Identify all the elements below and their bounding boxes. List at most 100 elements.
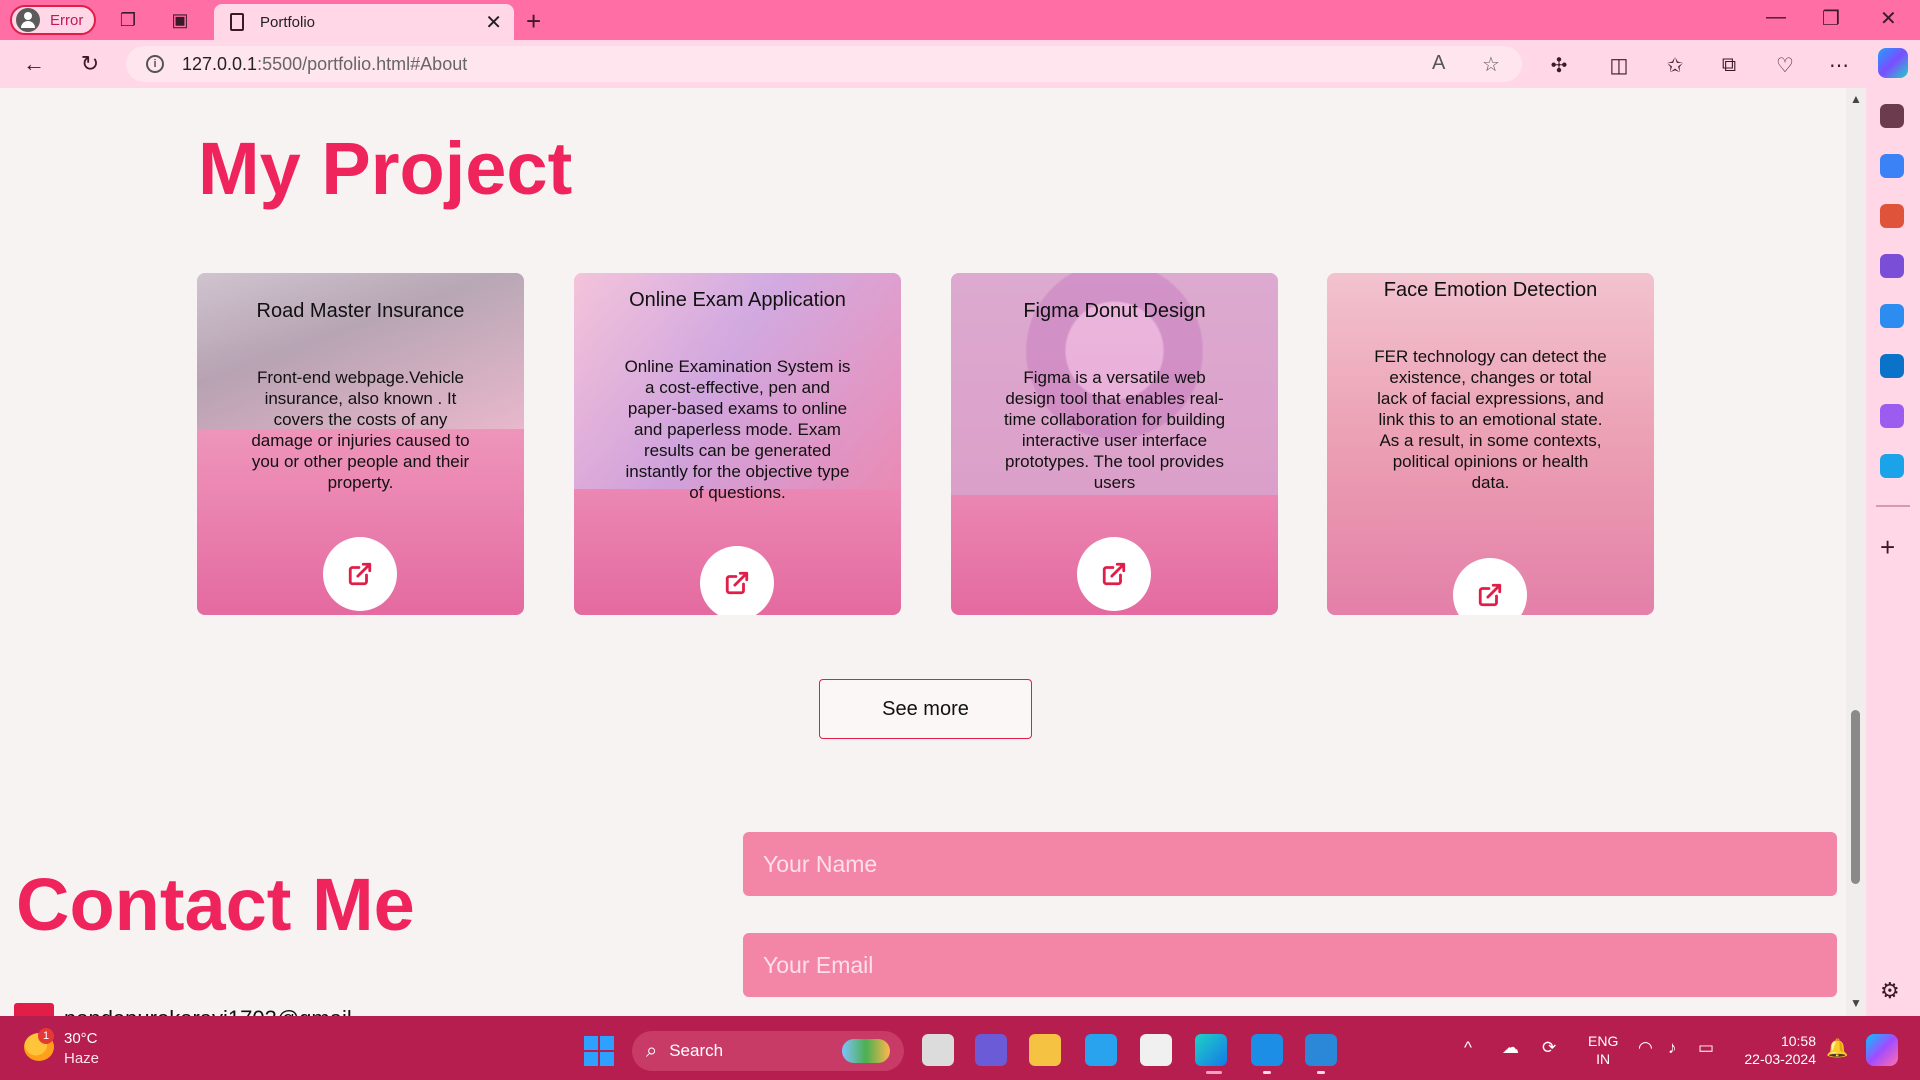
external-link-icon bbox=[1102, 562, 1126, 586]
paint-icon[interactable] bbox=[1305, 1034, 1337, 1066]
project-card: Face Emotion Detection FER technology ca… bbox=[1327, 273, 1654, 615]
sidebar-games-icon[interactable] bbox=[1880, 254, 1904, 278]
scroll-up-icon[interactable]: ▲ bbox=[1850, 92, 1862, 106]
contact-email[interactable]: nandapurekaravi1703@gmail. bbox=[64, 1006, 358, 1016]
running-app-indicator bbox=[1317, 1071, 1325, 1074]
sidebar-m365-icon[interactable] bbox=[1880, 304, 1904, 328]
copilot-icon[interactable] bbox=[1878, 48, 1908, 78]
project-card: Figma Donut Design Figma is a versatile … bbox=[951, 273, 1278, 615]
back-icon[interactable]: ← bbox=[20, 50, 48, 78]
profile-button[interactable]: Error bbox=[10, 5, 96, 35]
volume-icon[interactable]: ♪ bbox=[1668, 1038, 1677, 1058]
sidebar-shopping-icon[interactable] bbox=[1880, 154, 1904, 178]
new-tab-button[interactable]: + bbox=[526, 6, 541, 37]
search-icon: ⌕ bbox=[646, 1039, 658, 1062]
system-clock[interactable]: 10:58 22-03-2024 bbox=[1738, 1032, 1816, 1068]
edge-icon[interactable] bbox=[1195, 1034, 1227, 1066]
avatar-icon bbox=[16, 8, 40, 32]
url-text: 127.0.0.1:5500/portfolio.html#About bbox=[182, 53, 468, 74]
tab-portfolio[interactable]: Portfolio ✕ bbox=[214, 4, 514, 40]
sidebar-outlook-icon[interactable] bbox=[1880, 354, 1904, 378]
close-tab-icon[interactable]: ✕ bbox=[485, 10, 502, 35]
clock-date: 22-03-2024 bbox=[1744, 1051, 1816, 1067]
project-link-button[interactable] bbox=[323, 537, 397, 611]
contact-heading: Contact Me bbox=[16, 863, 415, 946]
project-description: Online Examination System is a cost-effe… bbox=[624, 357, 851, 502]
windows-taskbar bbox=[0, 1016, 1920, 1080]
project-title: Road Master Insurance bbox=[256, 300, 465, 322]
region-code: IN bbox=[1596, 1051, 1611, 1067]
copilot-taskbar-icon[interactable] bbox=[1866, 1034, 1898, 1066]
task-view-icon[interactable] bbox=[922, 1034, 954, 1066]
browser-essentials-icon[interactable]: ♡ bbox=[1772, 52, 1798, 78]
project-card: Road Master Insurance Front-end webpage.… bbox=[197, 273, 524, 615]
file-explorer-icon[interactable] bbox=[1029, 1034, 1061, 1066]
sidebar-search-icon[interactable] bbox=[1880, 104, 1904, 128]
language-indicator[interactable]: ENG IN bbox=[1588, 1032, 1618, 1068]
notification-bell-icon[interactable]: 🔔 bbox=[1826, 1038, 1848, 1059]
split-screen-icon[interactable]: ◫ bbox=[1606, 52, 1632, 78]
external-link-icon bbox=[348, 562, 372, 586]
get-help-icon[interactable] bbox=[1085, 1034, 1117, 1066]
workspaces-icon[interactable]: ❐ bbox=[116, 8, 140, 32]
onedrive-icon[interactable]: ☁ bbox=[1502, 1038, 1519, 1058]
email-field[interactable]: Your Email bbox=[743, 933, 1837, 997]
read-aloud-icon[interactable]: A bbox=[1432, 52, 1445, 75]
scroll-down-icon[interactable]: ▼ bbox=[1850, 996, 1862, 1010]
more-menu-icon[interactable]: ⋯ bbox=[1826, 52, 1852, 78]
page-viewport: My Project Road Master Insurance Front-e… bbox=[6, 88, 1846, 1016]
vscode-icon[interactable] bbox=[1251, 1034, 1283, 1066]
sidebar-designer-icon[interactable] bbox=[1880, 404, 1904, 428]
language-code: ENG bbox=[1588, 1033, 1619, 1049]
clock-time: 10:58 bbox=[1780, 1033, 1816, 1049]
sidebar-settings-icon[interactable]: ⚙ bbox=[1880, 978, 1900, 1004]
weather-description[interactable]: Haze bbox=[64, 1050, 99, 1067]
minimize-icon[interactable]: — bbox=[1766, 6, 1786, 29]
show-hidden-icons[interactable]: ^ bbox=[1464, 1038, 1472, 1058]
external-link-icon bbox=[1478, 583, 1502, 607]
project-description: Figma is a versatile web design tool tha… bbox=[1003, 368, 1226, 492]
project-link-button[interactable] bbox=[700, 546, 774, 615]
wifi-icon[interactable]: ◠ bbox=[1638, 1038, 1653, 1058]
tab-title: Portfolio bbox=[260, 13, 316, 31]
refresh-icon[interactable]: ↻ bbox=[76, 50, 104, 78]
scroll-thumb[interactable] bbox=[1851, 710, 1860, 884]
sidebar-tools-icon[interactable] bbox=[1880, 204, 1904, 228]
collections-icon[interactable]: ⧉ bbox=[1716, 52, 1742, 78]
search-highlight-icon bbox=[842, 1039, 890, 1063]
vertical-tabs-icon[interactable]: ▣ bbox=[168, 8, 192, 32]
project-title: Face Emotion Detection bbox=[1383, 279, 1598, 301]
close-window-icon[interactable]: ✕ bbox=[1880, 6, 1897, 31]
weather-temperature[interactable]: 30°C bbox=[64, 1030, 98, 1047]
search-label: Search bbox=[669, 1041, 724, 1060]
project-description: FER technology can detect the existence,… bbox=[1374, 347, 1607, 492]
battery-icon[interactable]: ▭ bbox=[1698, 1038, 1714, 1058]
sidebar-send-icon[interactable] bbox=[1880, 454, 1904, 478]
sync-icon[interactable]: ⟳ bbox=[1542, 1038, 1556, 1058]
teams-icon[interactable] bbox=[975, 1034, 1007, 1066]
projects-heading: My Project bbox=[198, 127, 573, 210]
site-info-icon[interactable]: i bbox=[146, 55, 164, 73]
favorites-icon[interactable]: ✩ bbox=[1662, 52, 1688, 78]
sidebar-add-icon[interactable]: + bbox=[1880, 532, 1895, 563]
restore-icon[interactable]: ❐ bbox=[1822, 6, 1840, 31]
project-card: Online Exam Application Online Examinati… bbox=[574, 273, 901, 615]
project-title: Figma Donut Design bbox=[1023, 300, 1206, 322]
profile-status: Error bbox=[50, 11, 84, 29]
microsoft-store-icon[interactable] bbox=[1140, 1034, 1172, 1066]
extensions-icon[interactable]: ✣ bbox=[1546, 52, 1572, 78]
external-link-icon bbox=[725, 571, 749, 595]
favorite-star-icon[interactable]: ☆ bbox=[1482, 52, 1500, 77]
running-app-indicator bbox=[1263, 1071, 1271, 1074]
active-app-indicator bbox=[1206, 1071, 1222, 1074]
url-bar[interactable]: i 127.0.0.1:5500/portfolio.html#About bbox=[126, 46, 1522, 82]
page-icon bbox=[230, 13, 244, 31]
name-field[interactable]: Your Name bbox=[743, 832, 1837, 896]
taskbar-search[interactable]: ⌕ Search bbox=[632, 1031, 904, 1071]
see-more-button[interactable]: See more bbox=[819, 679, 1032, 739]
weather-badge: 1 bbox=[38, 1028, 54, 1044]
start-button[interactable] bbox=[584, 1036, 614, 1066]
project-link-button[interactable] bbox=[1077, 537, 1151, 611]
project-description: Front-end webpage.Vehicle insurance, als… bbox=[251, 368, 470, 492]
mail-icon bbox=[14, 1003, 54, 1016]
